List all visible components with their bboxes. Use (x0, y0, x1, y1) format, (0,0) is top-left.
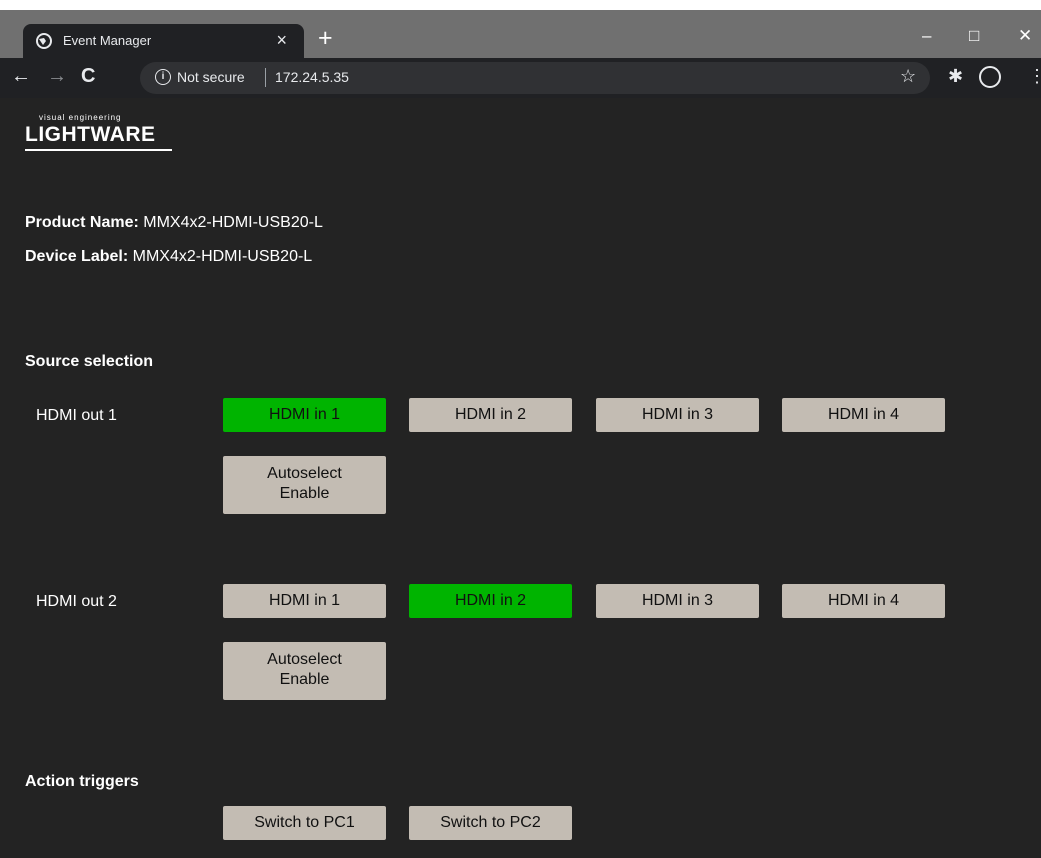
out1-hdmi-in-4-button[interactable]: HDMI in 4 (782, 398, 945, 432)
page-content: visual engineering LIGHTWARE Product Nam… (0, 98, 1041, 858)
lightware-logo: visual engineering LIGHTWARE (25, 113, 172, 153)
product-name-label: Product Name: (25, 214, 139, 231)
maximize-button[interactable]: □ (969, 26, 979, 46)
tab-title: Event Manager (63, 33, 152, 48)
action-triggers-title: Action triggers (25, 773, 139, 790)
address-bar[interactable] (140, 62, 930, 94)
tab-close-icon[interactable]: × (276, 30, 287, 51)
reload-icon[interactable]: C (81, 65, 95, 88)
hdmi-out-1-label: HDMI out 1 (36, 407, 117, 424)
hdmi-out-2-label: HDMI out 2 (36, 593, 117, 610)
browser-window: Event Manager × + – □ ✕ ← → C i Not secu… (0, 0, 1041, 858)
product-name-value: MMX4x2-HDMI-USB20-L (143, 214, 323, 231)
out1-hdmi-in-3-button[interactable]: HDMI in 3 (596, 398, 759, 432)
out2-autoselect-button[interactable]: Autoselect Enable (223, 642, 386, 700)
logo-tagline: visual engineering (39, 113, 122, 122)
url-text[interactable]: 172.24.5.35 (275, 69, 349, 85)
autoselect-line-1: Autoselect (267, 465, 342, 482)
out1-autoselect-button[interactable]: Autoselect Enable (223, 456, 386, 514)
autoselect-line-2: Enable (279, 485, 330, 502)
menu-icon[interactable]: ⋮ (1028, 66, 1041, 87)
new-tab-button[interactable]: + (318, 26, 333, 51)
globe-icon (36, 33, 52, 49)
info-icon[interactable]: i (155, 69, 171, 85)
out2-hdmi-in-4-button[interactable]: HDMI in 4 (782, 584, 945, 618)
device-label: Device Label: MMX4x2-HDMI-USB20-L (25, 248, 312, 266)
logo-text: LIGHTWARE (25, 123, 156, 146)
out1-hdmi-in-1-button[interactable]: HDMI in 1 (223, 398, 386, 432)
product-name: Product Name: MMX4x2-HDMI-USB20-L (25, 214, 323, 232)
switch-to-pc2-button[interactable]: Switch to PC2 (409, 806, 572, 840)
logo-underline (25, 149, 172, 151)
out2-hdmi-in-1-button[interactable]: HDMI in 1 (223, 584, 386, 618)
minimize-button[interactable]: – (922, 26, 931, 46)
close-window-button[interactable]: ✕ (1018, 26, 1032, 46)
autoselect-line-1: Autoselect (267, 651, 342, 668)
tab-event-manager[interactable]: Event Manager × (23, 24, 304, 58)
browser-toolbar: ← → C i Not secure 172.24.5.35 ☆ ✱ ⋮ (0, 58, 1041, 98)
forward-arrow-icon[interactable]: → (47, 65, 67, 88)
out2-hdmi-in-2-button[interactable]: HDMI in 2 (409, 584, 572, 618)
autoselect-line-2: Enable (279, 671, 330, 688)
device-label-label: Device Label: (25, 248, 129, 265)
bookmark-star-icon[interactable]: ☆ (900, 66, 916, 87)
out1-hdmi-in-2-button[interactable]: HDMI in 2 (409, 398, 572, 432)
out2-hdmi-in-3-button[interactable]: HDMI in 3 (596, 584, 759, 618)
tab-bar: Event Manager × + – □ ✕ (0, 0, 1041, 58)
extensions-icon[interactable]: ✱ (948, 66, 963, 87)
address-separator (265, 68, 266, 87)
source-selection-title: Source selection (25, 353, 154, 370)
not-secure-label: Not secure (177, 69, 245, 85)
profile-icon[interactable] (979, 66, 1001, 88)
back-arrow-icon[interactable]: ← (11, 65, 31, 88)
device-label-value: MMX4x2-HDMI-USB20-L (132, 248, 313, 265)
switch-to-pc1-button[interactable]: Switch to PC1 (223, 806, 386, 840)
